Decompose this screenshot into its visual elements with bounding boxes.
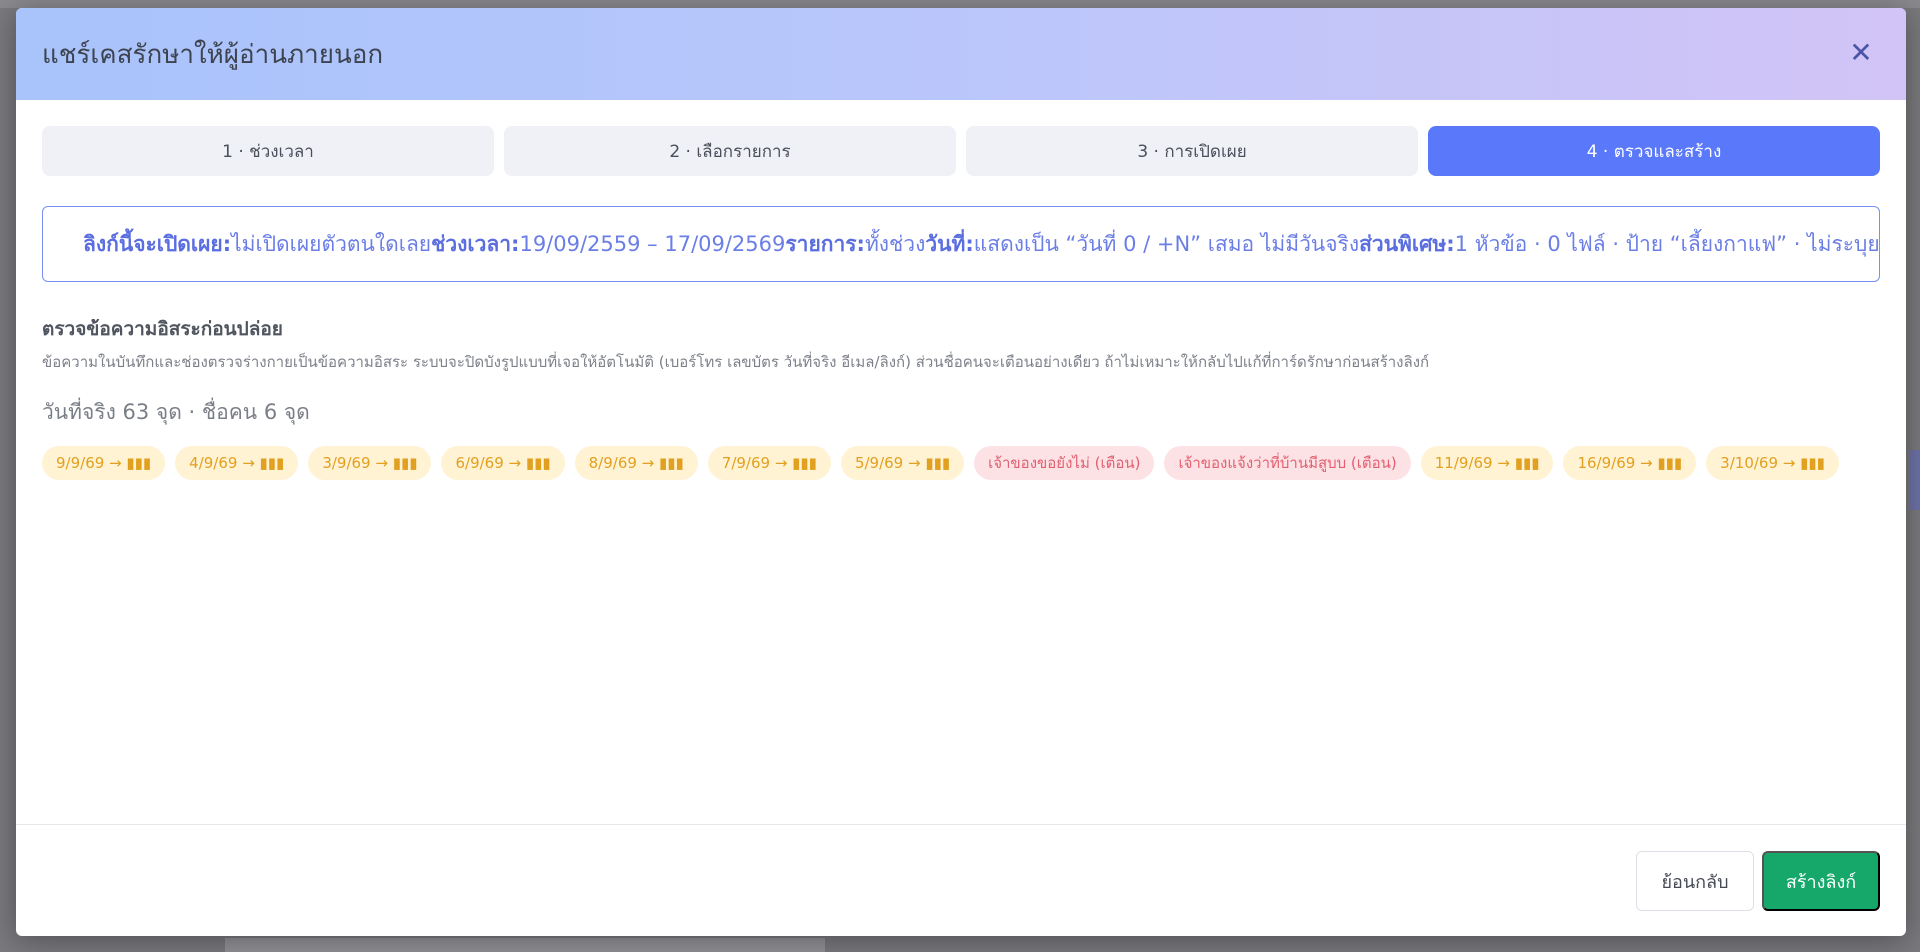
summary-period-value: 19/09/2559 – 17/09/2569 (519, 232, 786, 256)
date-chip: 6/9/69 → ▮▮▮ (441, 446, 565, 480)
back-button[interactable]: ย้อนกลับ (1636, 851, 1754, 911)
background-app-topbar (0, 0, 1920, 8)
close-icon[interactable]: ✕ (1846, 38, 1876, 68)
date-chip: 8/9/69 → ▮▮▮ (574, 446, 698, 480)
summary-special-value: 1 หัวข้อ · 0 ไฟล์ · ป้าย “เลี้ยงกาแฟ” · … (1454, 231, 1880, 256)
check-description: ข้อความในบันทึกและช่องตรวจร่างกายเป็นข้อ… (42, 353, 1430, 371)
modal-title: แชร์เคสรักษาให้ผู้อ่านภายนอก (42, 40, 384, 70)
summary-box: ลิงก์นี้จะเปิดเผย: ไม่เปิดเผยตัวตนใดเลย ช่… (42, 206, 1880, 282)
redaction-chips: 9/9/69 → ▮▮▮ 4/9/69 → ▮▮▮ 3/9/69 → ▮▮▮ 6… (42, 446, 1842, 480)
date-chip: 9/9/69 → ▮▮▮ (42, 446, 166, 480)
date-chip: 4/9/69 → ▮▮▮ (175, 446, 299, 480)
date-chip: 7/9/69 → ▮▮▮ (707, 446, 831, 480)
background-app-bottom (225, 938, 825, 952)
modal-header: แชร์เคสรักษาให้ผู้อ่านภายนอก ✕ (16, 8, 1906, 100)
share-case-modal: แชร์เคสรักษาให้ผู้อ่านภายนอก ✕ 1 · ช่วงเ… (16, 8, 1906, 936)
step-disclosure[interactable]: 3 · การเปิดเผย (966, 126, 1418, 176)
summary-disclosure-label: ลิงก์นี้จะเปิดเผย: (83, 231, 232, 256)
date-chip: 3/10/69 → ▮▮▮ (1706, 446, 1839, 480)
step-review-create[interactable]: 4 · ตรวจและสร้าง (1428, 126, 1880, 176)
background-app-strip (1910, 450, 1920, 510)
name-warning-chip: เจ้าของขอยังไม่ (เตือน) (974, 446, 1155, 480)
name-warning-chip: เจ้าของแจ้งว่าที่บ้านมีสูบบ (เตือน) (1164, 446, 1411, 480)
summary-date-label: วันที่: (925, 231, 974, 256)
date-chip: 11/9/69 → ▮▮▮ (1420, 446, 1554, 480)
date-chip: 3/9/69 → ▮▮▮ (308, 446, 432, 480)
date-chip: 5/9/69 → ▮▮▮ (840, 446, 965, 480)
date-chip: 16/9/69 → ▮▮▮ (1563, 446, 1697, 480)
summary-period-label: ช่วงเวลา: (431, 231, 520, 256)
step-select-items[interactable]: 2 · เลือกรายการ (504, 126, 956, 176)
check-title: ตรวจข้อความอิสระก่อนปล่อย (42, 318, 283, 340)
create-link-button[interactable]: สร้างลิงก์ (1762, 851, 1880, 911)
summary-disclosure-value: ไม่เปิดเผยตัวตนใดเลย (231, 231, 432, 256)
footer-divider (16, 824, 1906, 825)
summary-special-label: ส่วนพิเศษ: (1359, 231, 1455, 256)
wizard-steps: 1 · ช่วงเวลา 2 · เลือกรายการ 3 · การเปิด… (42, 126, 1880, 176)
summary-date-value: แสดงเป็น “วันที่ 0 / +N” เสมอ ไม่มีวันจร… (973, 231, 1360, 256)
check-counts: วันที่จริง 63 จุด · ชื่อคน 6 จุด (42, 400, 310, 424)
summary-items-label: รายการ: (785, 231, 865, 256)
summary-items-value: ทั้งช่วง (864, 231, 926, 256)
step-period[interactable]: 1 · ช่วงเวลา (42, 126, 494, 176)
